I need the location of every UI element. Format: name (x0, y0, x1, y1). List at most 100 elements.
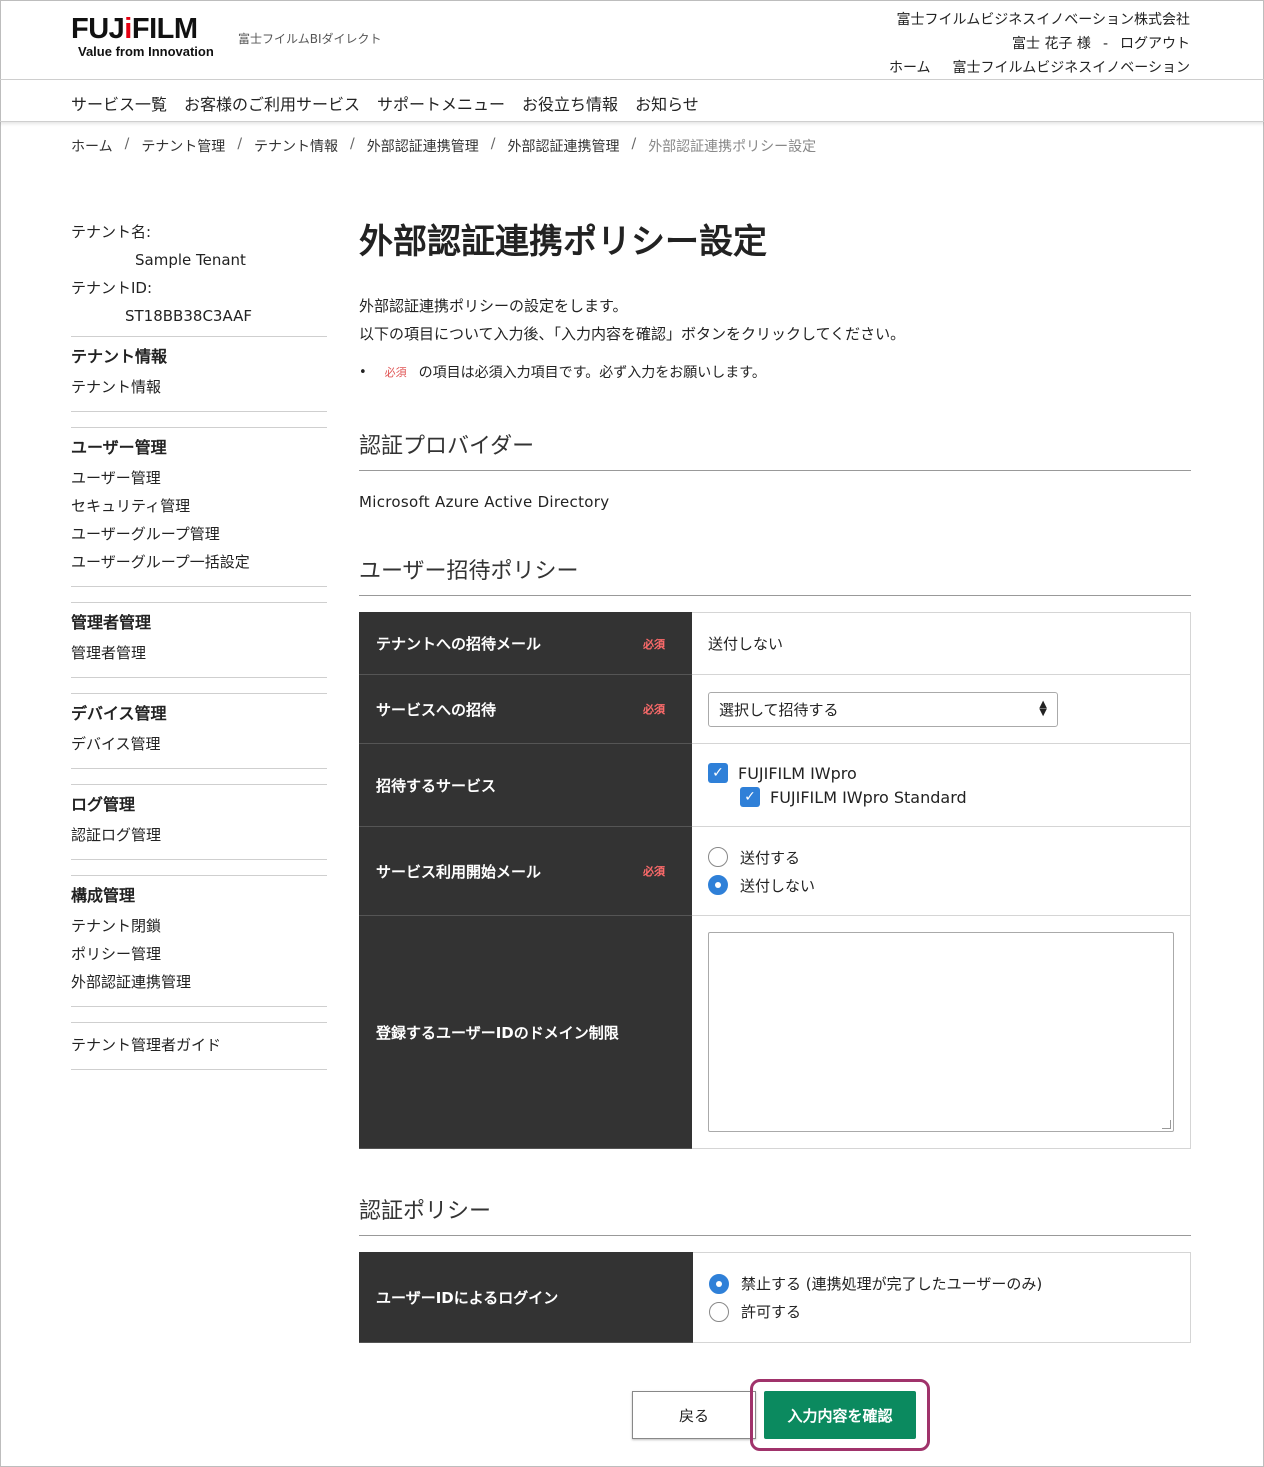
radio-label: 送付しない (740, 876, 816, 895)
radio-allow[interactable] (709, 1301, 729, 1322)
confirm-highlight: 入力内容を確認 (750, 1379, 930, 1451)
logout-link[interactable]: ログアウト (1120, 36, 1190, 52)
sidebar-item-policy-mgmt[interactable]: ポリシー管理 (71, 940, 327, 968)
required-note-text: の項目は必須入力項目です。必ず入力をお願いします。 (418, 365, 766, 381)
page-intro: 外部認証連携ポリシーの設定をします。 以下の項目について入力後、「入力内容を確認… (359, 292, 1191, 348)
user-row: 富士 花子 様 - ログアウト (867, 32, 1190, 56)
site-header: FUJiFILM Value from Innovation 富士フイルムBIダ… (0, 0, 1264, 80)
breadcrumb-ext-auth-1[interactable]: 外部認証連携管理 (367, 136, 479, 156)
form-buttons: 戻る 入力内容を確認 (632, 1379, 936, 1451)
sidebar-group-device-mgmt: デバイス管理 デバイス管理 (71, 693, 327, 769)
checkbox-label: FUJIFILM IWpro Standard (770, 787, 967, 807)
sidebar-group-title: 構成管理 (71, 886, 136, 905)
sidebar-item-admin-mgmt[interactable]: 管理者管理 (71, 639, 327, 667)
sidebar-group-title: ログ管理 (71, 795, 136, 814)
required-badge: 必須 (643, 703, 665, 716)
row-label: ユーザーIDによるログイン (359, 1252, 693, 1343)
user-separator: - (1102, 36, 1108, 52)
page-title: 外部認証連携ポリシー設定 (359, 222, 767, 262)
select-value: 選択して招待する (719, 700, 839, 719)
sidebar-item-tenant-info[interactable]: テナント情報 (71, 373, 327, 401)
nav-item-services[interactable]: サービス一覧 (71, 91, 167, 115)
invite-policy-table: テナントへの招待メール 必須 送付しない サービスへの招待 必須 選択して招待する … (359, 612, 1191, 1149)
row-invite-services: 招待するサービス ✓ FUJIFILM IWpro ✓ FUJIFILM IWp… (359, 743, 1191, 827)
breadcrumb: ホーム / テナント管理 / テナント情報 / 外部認証連携管理 / 外部認証連… (71, 136, 816, 156)
tenant-id-value: ST18BB38C3AAF (125, 307, 253, 325)
sidebar-group-admin-mgmt: 管理者管理 管理者管理 (71, 602, 327, 678)
header-corp-link[interactable]: 富士フイルムビジネスイノベーション (953, 60, 1190, 76)
sidebar-item-device-mgmt[interactable]: デバイス管理 (71, 730, 327, 758)
sidebar-item-user-mgmt[interactable]: ユーザー管理 (71, 464, 327, 492)
radio-label: 送付する (740, 848, 801, 867)
sidebar: テナント名: Sample Tenant テナントID: ST18BB38C3A… (71, 218, 327, 1070)
row-userid-login: ユーザーIDによるログイン 禁止する (連携処理が完了したユーザーのみ) 許可す… (359, 1252, 1191, 1343)
breadcrumb-sep: / (124, 136, 130, 152)
header-home-link[interactable]: ホーム (889, 60, 931, 76)
row-start-mail: サービス利用開始メール 必須 送付する 送付しない (359, 826, 1191, 916)
sidebar-group-title: テナント情報 (71, 347, 168, 366)
section-title-provider: 認証プロバイダー (359, 432, 1191, 471)
row-label: サービスへの招待 必須 (359, 674, 692, 744)
header-account-area: 富士フイルムビジネスイノベーション株式会社 富士 花子 様 - ログアウト ホーム 富… (867, 8, 1190, 80)
row-label: 招待するサービス (359, 743, 692, 827)
service-invite-select[interactable]: 選択して招待する ▲ ▼ (708, 691, 1058, 727)
checkbox-label: FUJIFILM IWpro (738, 763, 857, 783)
breadcrumb-current: 外部認証連携ポリシー設定 (648, 139, 817, 155)
auth-policy-table: ユーザーIDによるログイン 禁止する (連携処理が完了したユーザーのみ) 許可す… (359, 1252, 1191, 1343)
sidebar-group-tenant-info: テナント情報 テナント情報 (71, 337, 327, 412)
confirm-button[interactable]: 入力内容を確認 (764, 1391, 916, 1439)
sidebar-item-user-group-mgmt[interactable]: ユーザーグループ管理 (71, 520, 327, 548)
required-badge: 必須 (384, 366, 407, 379)
breadcrumb-home[interactable]: ホーム (71, 136, 113, 156)
global-nav: サービス一覧 お客様のご利用サービス サポートメニュー お役立ち情報 お知らせ (0, 80, 1264, 122)
breadcrumb-tenant-info[interactable]: テナント情報 (254, 136, 338, 156)
company-name: 富士フイルムビジネスイノベーション株式会社 (896, 12, 1190, 28)
section-title-invite: ユーザー招待ポリシー (359, 557, 1191, 596)
tenant-summary: テナント名: Sample Tenant テナントID: ST18BB38C3A… (71, 218, 327, 337)
tenant-invite-mail-value: 送付しない (691, 612, 1191, 675)
nav-item-support[interactable]: サポートメニュー (377, 91, 505, 115)
sidebar-group-user-mgmt: ユーザー管理 ユーザー管理 セキュリティ管理 ユーザーグループ管理 ユーザーグル… (71, 427, 327, 587)
sidebar-item-ext-auth-mgmt[interactable]: 外部認証連携管理 (71, 968, 327, 996)
logo-tagline: Value from Innovation (78, 44, 214, 59)
tenant-id-label: テナントID: (71, 279, 153, 297)
intro-line-2: 以下の項目について入力後、「入力内容を確認」ボタンをクリックしてください。 (359, 325, 906, 343)
checkbox-iwpro-standard[interactable]: ✓ (740, 787, 760, 807)
required-note: • 必須 の項目は必須入力項目です。必ず入力をお願いします。 (359, 362, 1191, 382)
intro-line-1: 外部認証連携ポリシーの設定をします。 (359, 297, 628, 315)
row-label: 登録するユーザーIDのドメイン制限 (359, 915, 692, 1149)
breadcrumb-sep: / (350, 136, 355, 152)
sidebar-item-user-group-bulk[interactable]: ユーザーグループ一括設定 (71, 548, 327, 576)
radio-label: 許可する (741, 1303, 802, 1321)
back-button[interactable]: 戻る (632, 1391, 756, 1439)
fujifilm-logo[interactable]: FUJiFILM Value from Innovation (71, 14, 214, 59)
sidebar-group-config-mgmt: 構成管理 テナント閉鎖 ポリシー管理 外部認証連携管理 (71, 875, 327, 1007)
nav-item-useful-info[interactable]: お役立ち情報 (522, 91, 618, 115)
sidebar-item-auth-log[interactable]: 認証ログ管理 (71, 821, 327, 849)
breadcrumb-sep: / (237, 136, 243, 152)
radio-prohibit[interactable] (709, 1273, 729, 1294)
nav-item-my-services[interactable]: お客様のご利用サービス (184, 91, 360, 115)
breadcrumb-tenant-mgmt[interactable]: テナント管理 (141, 136, 225, 156)
sidebar-item-tenant-close[interactable]: テナント閉鎖 (71, 912, 327, 940)
row-tenant-invite-mail: テナントへの招待メール 必須 送付しない (359, 612, 1191, 675)
sidebar-item-security-mgmt[interactable]: セキュリティ管理 (71, 492, 327, 520)
logo-wordmark: FUJiFILM (71, 13, 198, 45)
sidebar-group-guide: テナント管理者ガイド (71, 1022, 327, 1070)
sidebar-item-admin-guide[interactable]: テナント管理者ガイド (71, 1031, 327, 1059)
radio-not-send[interactable] (708, 875, 728, 895)
nav-item-news[interactable]: お知らせ (635, 91, 699, 115)
row-service-invite: サービスへの招待 必須 選択して招待する ▲ ▼ (359, 674, 1191, 744)
site-name: 富士フイルムBIダイレクト (238, 32, 382, 46)
row-domain-limit: 登録するユーザーIDのドメイン制限 (359, 915, 1191, 1149)
required-badge: 必須 (643, 637, 665, 651)
breadcrumb-sep: / (631, 136, 637, 152)
breadcrumb-ext-auth-2[interactable]: 外部認証連携管理 (507, 136, 619, 156)
checkbox-iwpro[interactable]: ✓ (708, 763, 728, 783)
sidebar-group-title: ユーザー管理 (71, 438, 167, 457)
select-arrows-icon: ▲ ▼ (1039, 699, 1047, 718)
radio-send[interactable] (708, 847, 728, 867)
radio-label: 禁止する (連携処理が完了したユーザーのみ) (741, 1275, 1043, 1293)
domain-limit-textarea[interactable] (708, 932, 1174, 1132)
bullet: • (359, 364, 367, 380)
